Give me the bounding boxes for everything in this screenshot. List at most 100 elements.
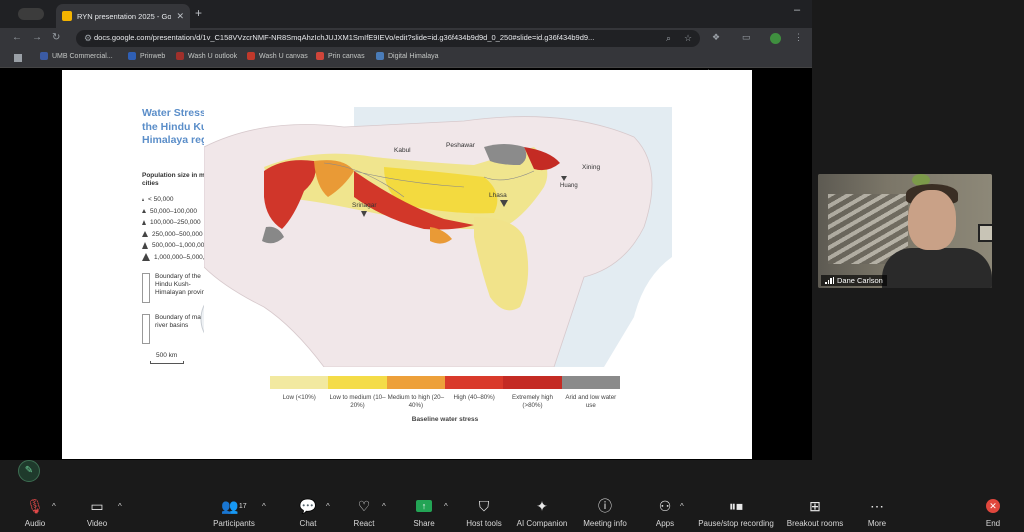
share-screen-icon: ↑ (416, 495, 432, 517)
new-tab-button[interactable]: + (195, 6, 202, 20)
participants-options-chevron-icon[interactable]: ^ (262, 502, 266, 511)
water-stress-legend-bar (270, 376, 620, 389)
participant-video-tile[interactable]: Dane Carlson (818, 174, 992, 288)
basin-boundary-swatch (142, 314, 150, 344)
slide-viewport: Water Stress in the Hindu Kush-Himalaya … (0, 69, 812, 460)
apps-button[interactable]: ⚇ Apps (654, 495, 676, 532)
meeting-controls: 🎙 Audio ^ ▭ Video ^ 👥 17 Participants ^ 💬… (0, 495, 1024, 532)
host-tools-button[interactable]: ⛉ Host tools (466, 495, 502, 532)
legend-label: Extremely high (>80%) (512, 394, 553, 409)
water-stress-legend-labels: Low (<10%) Low to medium (10–20%) Medium… (270, 394, 620, 409)
zoom-meeting-window: RYN presentation 2025 - Goo ✕ + – ← → ↻ … (0, 0, 1024, 532)
legend-swatch-low-medium (328, 376, 387, 389)
participant-face (908, 190, 956, 250)
place-label-peshawar: Peshawar (446, 142, 476, 149)
city-size-marker-icon (142, 209, 146, 214)
bookmarks-bar: UMB Commercial... Prinweb Wash U outlook… (0, 49, 812, 68)
bookmark-star-icon[interactable]: ☆ (684, 33, 692, 44)
chat-label: Chat (299, 519, 317, 528)
recording-button[interactable]: ⏸⏹ Pause/stop recording (698, 495, 774, 532)
legend-label: Medium to high (20–40%) (387, 394, 445, 409)
browser-tab[interactable]: RYN presentation 2025 - Goo ✕ (56, 4, 190, 28)
share-options-chevron-icon[interactable]: ^ (444, 502, 448, 511)
search-icon[interactable]: ⌕ (666, 33, 671, 44)
cast-icon[interactable]: ▭ (742, 32, 751, 43)
water-stress-map: Kabul Peshawar Xining Lhasa Srinagar Hua… (204, 107, 672, 367)
place-label-kabul: Kabul (394, 147, 411, 154)
video-options-chevron-icon[interactable]: ^ (118, 502, 122, 511)
breakout-rooms-button[interactable]: ⊞ Breakout rooms (786, 495, 844, 532)
bookmark-icon (176, 52, 184, 60)
info-icon: ⓘ (598, 498, 612, 514)
camera-icon: ▭ (90, 497, 104, 514)
bookmark-prinweb[interactable]: Prinweb (128, 52, 165, 60)
meeting-info-button[interactable]: ⓘ Meeting info (582, 495, 628, 532)
participants-button[interactable]: 👥 17 Participants (212, 495, 256, 532)
participant-name: Dane Carlson (837, 276, 883, 285)
reload-icon[interactable]: ↻ (52, 32, 60, 43)
pause-stop-recording-icon: ⏸⏹ (729, 497, 743, 514)
site-info-icon[interactable]: ⚙ (84, 33, 92, 44)
react-button[interactable]: ♡ React (352, 495, 376, 532)
place-label-lhasa: Lhasa (489, 192, 507, 199)
window-minimize-icon[interactable]: – (794, 4, 800, 16)
place-label-huang: Huang (560, 183, 578, 189)
bookmark-icon (128, 52, 136, 60)
tab-title: RYN presentation 2025 - Goo (77, 11, 172, 21)
video-label: Video (86, 519, 108, 528)
ai-companion-button[interactable]: ✦ AI Companion (516, 495, 568, 532)
address-bar[interactable]: ⚙ docs.google.com/presentation/d/1v_C158… (76, 30, 700, 47)
bookmark-umb[interactable]: UMB Commercial... (40, 52, 113, 60)
presentation-slide: Water Stress in the Hindu Kush-Himalaya … (62, 70, 752, 459)
end-button[interactable]: ✕ End (982, 495, 1004, 532)
apps-options-chevron-icon[interactable]: ^ (680, 502, 684, 511)
bookmark-washu-outlook[interactable]: Wash U outlook (176, 52, 237, 60)
participants-label: Participants (213, 519, 255, 528)
legend-label: Arid and low water use (565, 394, 617, 409)
bookmark-icon (376, 52, 384, 60)
bookmark-washu-canvas[interactable]: Wash U canvas (247, 52, 308, 60)
legend-label: High (40–80%) (453, 394, 495, 401)
apps-label: Apps (655, 519, 675, 528)
chat-button[interactable]: 💬 Chat (296, 495, 320, 532)
scale-label: 500 km (156, 352, 178, 359)
forward-icon[interactable]: → (32, 32, 42, 43)
browser-menu-icon[interactable]: ⋮ (794, 32, 803, 43)
browser-toolbar: ← → ↻ ⚙ docs.google.com/presentation/d/1… (0, 28, 812, 49)
back-icon[interactable]: ← (12, 32, 22, 43)
legend-swatch-high (444, 376, 504, 389)
participant-count: 17 (238, 502, 247, 510)
shared-screen: RYN presentation 2025 - Goo ✕ + – ← → ↻ … (0, 0, 812, 460)
tab-close-icon[interactable]: ✕ (176, 11, 184, 22)
more-button[interactable]: ⋯ More (866, 495, 888, 532)
city-size-marker-icon (142, 242, 148, 250)
annotate-pencil-icon[interactable]: ✎ (18, 460, 40, 482)
react-options-chevron-icon[interactable]: ^ (382, 502, 386, 511)
city-size-marker-icon (142, 198, 144, 202)
share-button[interactable]: ↑ Share (412, 495, 436, 532)
breakout-rooms-label: Breakout rooms (786, 519, 844, 528)
heart-icon: ♡ (357, 497, 371, 514)
bookmark-digital-himalaya[interactable]: Digital Himalaya (376, 52, 439, 60)
participant-name-tag: Dane Carlson (821, 275, 887, 286)
chat-bubble-icon: 💬 (299, 497, 317, 514)
end-label: End (985, 519, 1001, 528)
chat-options-chevron-icon[interactable]: ^ (326, 502, 330, 511)
city-size-marker-icon (142, 253, 150, 262)
audio-button[interactable]: 🎙 Audio (20, 495, 50, 532)
extensions-icon[interactable]: ❖ (712, 32, 720, 43)
slides-favicon-icon (62, 11, 72, 21)
audio-options-chevron-icon[interactable]: ^ (52, 502, 56, 511)
video-button[interactable]: ▭ Video (82, 495, 112, 532)
scale-bar (150, 361, 184, 364)
bookmark-icon (247, 52, 255, 60)
profile-avatar[interactable] (770, 33, 781, 44)
more-ellipsis-icon: ⋯ (870, 497, 884, 514)
bookmark-prin-canvas[interactable]: Prin canvas (316, 52, 365, 60)
tab-search-control[interactable] (18, 8, 44, 20)
meeting-info-label: Meeting info (583, 519, 627, 528)
legend-swatch-low (270, 376, 329, 389)
apps-icon: ⚇ (658, 497, 672, 514)
apps-grid-icon[interactable] (14, 54, 22, 62)
bookmark-icon (40, 52, 48, 60)
